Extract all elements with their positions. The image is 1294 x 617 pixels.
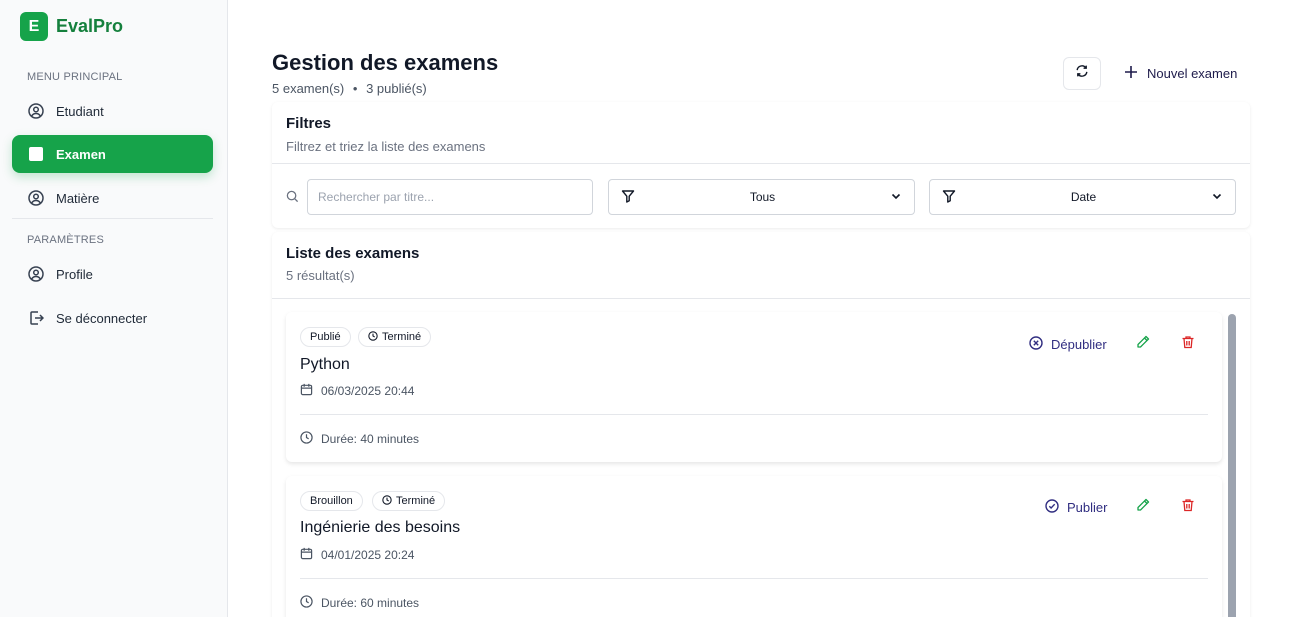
status-badge: Brouillon [300, 491, 363, 511]
unpublish-button[interactable]: Dépublier [1029, 336, 1107, 353]
sidebar-item-logout[interactable]: Se déconnecter [12, 299, 213, 337]
brand-logo: E [20, 12, 48, 41]
chevron-down-icon [890, 190, 902, 205]
sidebar-divider [12, 218, 213, 219]
x-circle-icon [1029, 336, 1043, 353]
calendar-icon [300, 383, 313, 399]
state-badge: Terminé [358, 327, 432, 347]
exam-duration: Durée: 40 minutes [300, 431, 419, 447]
list-subtitle: 5 résultat(s) [286, 268, 355, 283]
search-input[interactable] [307, 179, 593, 215]
sidebar-item-label: Etudiant [56, 103, 104, 119]
exam-date: 06/03/2025 20:44 [300, 383, 414, 399]
sidebar: E EvalPro MENU PRINCIPAL Etudiant Examen… [0, 0, 228, 617]
sidebar-item-profile[interactable]: Profile [12, 255, 213, 293]
filters-divider [272, 163, 1250, 164]
clock-icon [382, 494, 392, 508]
status-filter-value: Tous [749, 190, 776, 204]
exam-card[interactable]: Brouillon Terminé Ingénierie des besoins… [286, 476, 1222, 617]
sort-select[interactable]: Date [929, 179, 1236, 215]
search-icon [286, 190, 299, 208]
exam-date-value: 04/01/2025 20:24 [321, 548, 415, 562]
list-scrollbar[interactable] [1228, 314, 1236, 617]
list-title: Liste des examens [286, 245, 420, 262]
user-circle-icon [28, 103, 44, 119]
chevron-down-icon [1211, 190, 1223, 205]
new-exam-label: Nouvel examen [1147, 66, 1238, 81]
refresh-button[interactable] [1063, 57, 1101, 90]
state-badge: Terminé [372, 491, 446, 511]
subtitle-separator: • [352, 81, 358, 96]
sidebar-item-matiere[interactable]: Matière [12, 179, 213, 217]
exam-list-card: Liste des examens 5 résultat(s) Publié T… [272, 232, 1250, 617]
pencil-icon [1136, 335, 1150, 354]
filters-card: Filtres Filtrez et triez la liste des ex… [272, 102, 1250, 228]
brand-name: EvalPro [56, 16, 124, 36]
book-circle-icon [28, 190, 44, 206]
exam-date: 04/01/2025 20:24 [300, 547, 414, 563]
pencil-icon [1136, 498, 1150, 517]
publish-label: Publier [1067, 500, 1108, 515]
delete-button[interactable] [1180, 498, 1196, 517]
delete-button[interactable] [1180, 335, 1196, 354]
state-badge-label: Terminé [382, 331, 422, 343]
exam-title: Python [300, 356, 350, 373]
trash-icon [1181, 498, 1195, 517]
new-exam-button[interactable]: Nouvel examen [1120, 57, 1241, 90]
status-filter-select[interactable]: Tous [608, 179, 915, 215]
edit-button[interactable] [1135, 335, 1151, 354]
page-subtitle: 5 examen(s) • 3 publié(s) [272, 81, 427, 96]
logout-icon [28, 310, 44, 326]
calendar-icon [300, 547, 313, 563]
exam-count: 5 examen(s) [272, 81, 345, 96]
filter-icon [621, 189, 635, 206]
exam-divider [300, 578, 1208, 579]
exam-title: Ingénierie des besoins [300, 519, 461, 536]
sidebar-item-etudiant[interactable]: Etudiant [12, 92, 213, 130]
filters-subtitle: Filtrez et triez la liste des examens [286, 139, 486, 154]
exam-duration-value: Durée: 40 minutes [321, 432, 420, 446]
filters-title: Filtres [286, 115, 332, 132]
exam-date-value: 06/03/2025 20:44 [321, 384, 415, 398]
publish-button[interactable]: Publier [1045, 499, 1107, 516]
exam-duration-value: Durée: 60 minutes [321, 596, 420, 610]
section-title-main: MENU PRINCIPAL [27, 71, 123, 83]
sidebar-item-examen[interactable]: Examen [12, 135, 213, 173]
sort-value: Date [1070, 190, 1097, 204]
filter-icon [942, 189, 956, 206]
status-badge: Publié [300, 327, 351, 347]
sidebar-item-label: Se déconnecter [56, 310, 148, 326]
unpublish-label: Dépublier [1051, 337, 1107, 352]
exam-card[interactable]: Publié Terminé Python 06/03/2025 20:44 D… [286, 312, 1222, 462]
sidebar-item-label: Profile [56, 266, 93, 282]
brand[interactable]: E EvalPro [20, 12, 123, 41]
square-icon [28, 146, 44, 162]
refresh-icon [1075, 64, 1089, 83]
section-title-settings: PARAMÈTRES [27, 234, 104, 246]
clock-icon [368, 330, 378, 344]
published-count: 3 publié(s) [366, 81, 427, 96]
trash-icon [1181, 335, 1195, 354]
exam-duration: Durée: 60 minutes [300, 595, 419, 611]
plus-icon [1124, 65, 1138, 82]
sidebar-item-label: Matière [56, 190, 100, 206]
sidebar-item-label: Examen [56, 146, 106, 162]
check-circle-icon [1045, 499, 1059, 516]
list-divider [272, 298, 1250, 299]
clock-icon [300, 595, 313, 611]
exam-divider [300, 414, 1208, 415]
state-badge-label: Terminé [396, 495, 436, 507]
clock-icon [300, 431, 313, 447]
page-title: Gestion des examens [272, 50, 499, 75]
user-circle-icon [28, 266, 44, 282]
edit-button[interactable] [1135, 498, 1151, 517]
